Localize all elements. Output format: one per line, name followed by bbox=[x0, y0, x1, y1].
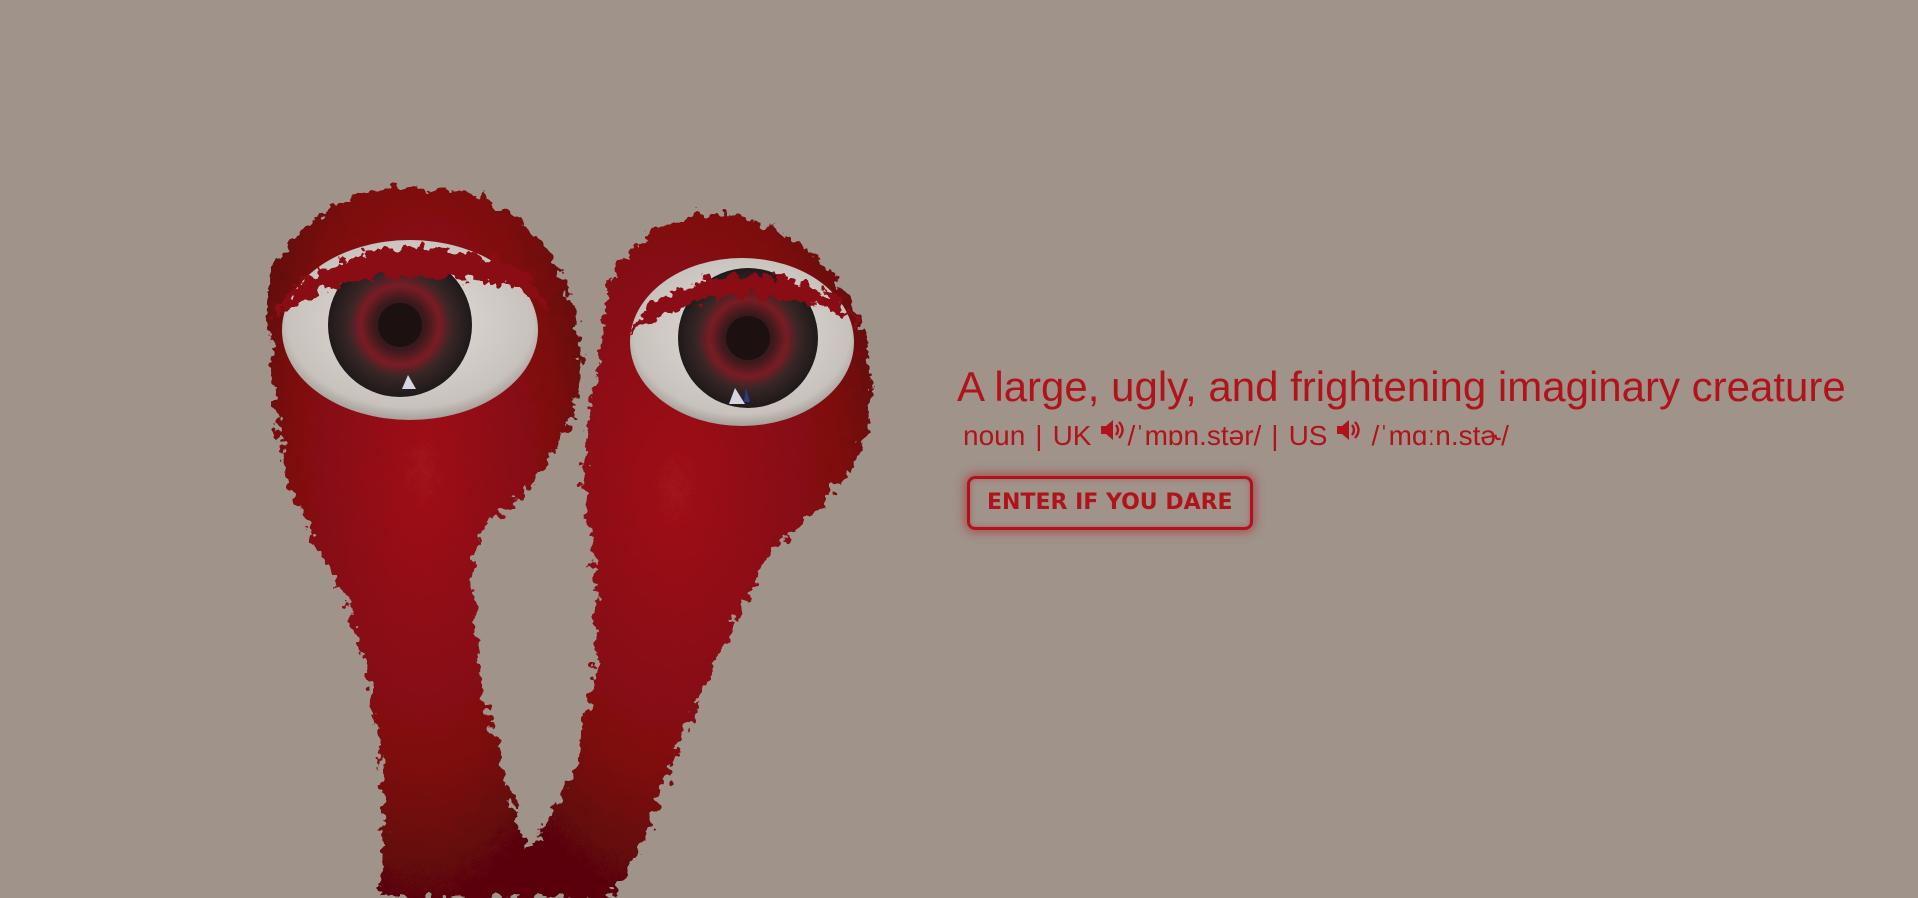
landing-page: A large, ugly, and frightening imaginary… bbox=[0, 0, 1918, 898]
hero-section: A large, ugly, and frightening imaginary… bbox=[957, 362, 1897, 530]
furry-monster-image bbox=[180, 170, 940, 898]
uk-label: UK bbox=[1052, 420, 1092, 451]
separator: | bbox=[1035, 420, 1043, 451]
part-of-speech: noun bbox=[963, 420, 1026, 451]
speaker-icon[interactable] bbox=[1099, 418, 1125, 442]
us-pronunciation: /ˈmɑːn.stɚ/ bbox=[1371, 420, 1509, 451]
pronunciation-line: noun | UK /ˈmɒn.stər/ | US /ˈmɑːn.stɚ/ bbox=[963, 418, 1897, 454]
us-label: US bbox=[1288, 420, 1328, 451]
separator: | bbox=[1271, 420, 1279, 451]
uk-pronunciation: /ˈmɒn.stər/ bbox=[1127, 420, 1262, 451]
speaker-icon[interactable] bbox=[1335, 418, 1361, 442]
enter-button[interactable]: ENTER IF YOU DARE bbox=[967, 476, 1253, 530]
definition-heading: A large, ugly, and frightening imaginary… bbox=[957, 363, 1846, 410]
